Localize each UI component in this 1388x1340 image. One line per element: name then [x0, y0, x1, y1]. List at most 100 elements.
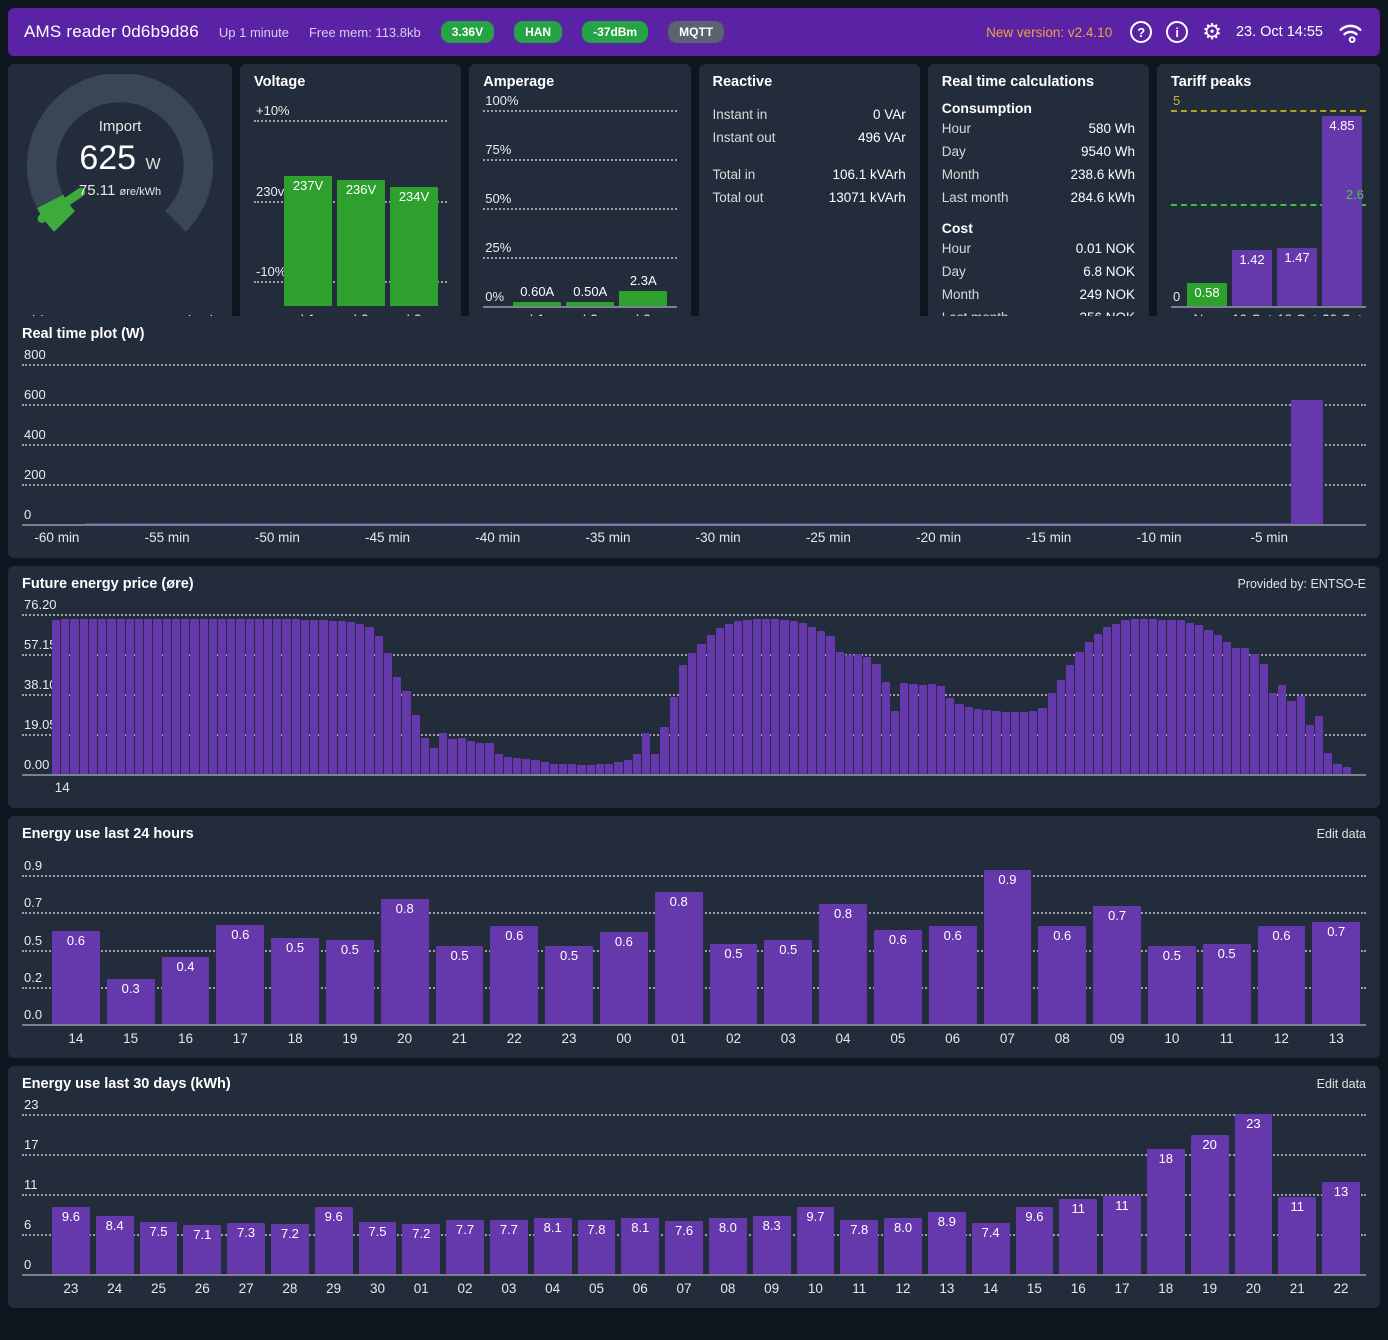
- gear-icon[interactable]: ⚙: [1202, 21, 1222, 43]
- bar: [412, 715, 420, 774]
- bar: 18: [1147, 1149, 1185, 1274]
- x-axis-line: [22, 1024, 1366, 1026]
- bar-cell: [347, 614, 355, 774]
- bar-cell: [126, 614, 134, 774]
- calculations-panel: Real time calculations Consumption Hour5…: [928, 64, 1149, 340]
- bar-cell: [596, 614, 604, 774]
- bar-cell: [1030, 364, 1063, 524]
- bar: [1075, 652, 1083, 774]
- bar-cell: 8.1: [534, 1114, 572, 1274]
- reactive-rows: Instant in0 VAr Instant out496 VAr Total…: [713, 104, 906, 210]
- x-axis-label: 15: [1016, 1281, 1054, 1296]
- bar-cell: [338, 614, 346, 774]
- calc-row: Hour580 Wh: [942, 118, 1135, 141]
- axis-tick-label: 2.6: [1346, 187, 1364, 204]
- wifi-icon[interactable]: [1337, 20, 1364, 44]
- bar-cell: [725, 614, 733, 774]
- bar-cell: 7.2: [271, 1114, 309, 1274]
- bar: [1214, 635, 1222, 774]
- bar-cell: 0.5: [764, 864, 812, 1024]
- bar: 0.3: [107, 979, 155, 1024]
- bar: [688, 653, 696, 774]
- badge-rssi: -37dBm: [582, 21, 648, 43]
- bar-cell: [932, 364, 965, 524]
- bar: [872, 664, 880, 774]
- x-axis-label: 18: [271, 1031, 319, 1046]
- bar-cell: 9.6: [52, 1114, 90, 1274]
- x-axis-label: 23: [545, 1031, 593, 1046]
- new-version-link[interactable]: New version: v2.4.10: [986, 25, 1112, 40]
- edit-data-24h-link[interactable]: Edit data: [1317, 827, 1366, 841]
- x-axis-label: 08: [1038, 1031, 1086, 1046]
- bar: 0.5: [1203, 944, 1251, 1024]
- bar: 0.7: [1093, 906, 1141, 1024]
- bar-cell: [574, 364, 607, 524]
- bar-cell: 0.5: [1203, 864, 1251, 1024]
- topbar-right: New version: v2.4.10 ? i ⚙ 23. Oct 14:55: [986, 20, 1364, 44]
- info-icon[interactable]: i: [1166, 21, 1188, 43]
- bar-cell: [854, 614, 862, 774]
- app-title: AMS reader 0d6b9d86: [24, 22, 199, 42]
- bar-cell: [236, 614, 244, 774]
- bar-cell: [1062, 364, 1095, 524]
- bar-cell: 7.3: [227, 1114, 265, 1274]
- bar: [310, 620, 318, 774]
- bar: [1149, 619, 1157, 774]
- bar-cell: 0.5: [326, 864, 374, 1024]
- import-gauge: Import 625 W 75.11 øre/kWh: [22, 74, 218, 313]
- bar: [329, 621, 337, 774]
- uptime-text: Up 1 minute: [219, 25, 289, 40]
- x-axis-label: -35 min: [585, 530, 630, 545]
- voltage-title: Voltage: [254, 74, 305, 90]
- bar: [70, 619, 78, 774]
- bar: [670, 697, 678, 774]
- bar: [725, 624, 733, 774]
- bar-cell: [150, 364, 183, 524]
- bar-cell: [762, 614, 770, 774]
- bar-cell: [826, 614, 834, 774]
- bar-cell: 7.7: [490, 1114, 528, 1274]
- bar: [292, 619, 300, 774]
- bar-cell: 0.7: [1093, 864, 1141, 1024]
- gauge-direction-label: Import: [22, 118, 218, 135]
- bar: [1291, 400, 1324, 524]
- bar: [965, 707, 973, 774]
- bar: [1112, 624, 1120, 774]
- bar: [997, 523, 1030, 524]
- edit-data-30d-link[interactable]: Edit data: [1317, 1077, 1366, 1091]
- bar-cell: 0.7: [1312, 864, 1360, 1024]
- bar: [605, 764, 613, 774]
- gauge-text: Import 625 W 75.11 øre/kWh: [22, 118, 218, 199]
- bar-cell: [476, 364, 509, 524]
- bar: [200, 619, 208, 774]
- bar-cell: [1094, 614, 1102, 774]
- bar: 8.9: [928, 1212, 966, 1274]
- bar: [411, 523, 444, 524]
- bar: 11: [1278, 1197, 1316, 1274]
- axis-tick-label: 100%: [485, 93, 518, 110]
- bar-cell: 8.4: [96, 1114, 134, 1274]
- bar-cell: [1278, 614, 1286, 774]
- bar-cell: 4.85: [1322, 110, 1362, 306]
- last30-panel: Energy use last 30 days (kWh) Edit data …: [8, 1066, 1380, 1308]
- x-axis-label: -55 min: [145, 530, 190, 545]
- bar: 7.2: [271, 1224, 309, 1274]
- bar: [1297, 696, 1305, 774]
- bar: [98, 619, 106, 774]
- x-axis-line: [22, 1274, 1366, 1276]
- bar: [1195, 625, 1203, 774]
- bar: [508, 523, 541, 524]
- bar: [614, 762, 622, 774]
- bar: 0.5: [764, 940, 812, 1024]
- x-axis-label: -50 min: [255, 530, 300, 545]
- help-icon[interactable]: ?: [1130, 21, 1152, 43]
- x-axis-label: -60 min: [34, 530, 79, 545]
- bar-cell: [771, 614, 779, 774]
- bar-cell: [70, 614, 78, 774]
- bar: [1204, 630, 1212, 774]
- bar: [1158, 620, 1166, 774]
- bar-cell: [1315, 614, 1323, 774]
- bar: [845, 655, 853, 774]
- bar-cell: [639, 364, 672, 524]
- bar-cell: [508, 364, 541, 524]
